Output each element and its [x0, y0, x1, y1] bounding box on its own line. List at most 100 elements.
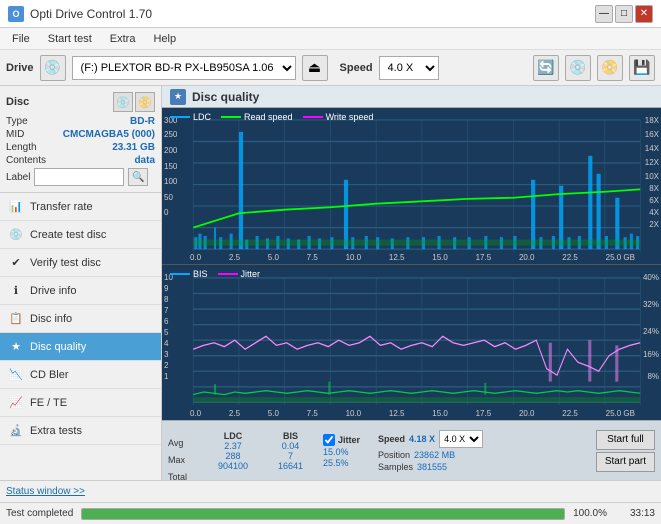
- disc-contents-row: Contents data: [6, 155, 155, 166]
- cd-bler-icon: 📉: [8, 367, 24, 383]
- disc-quality-icon: ★: [8, 339, 24, 355]
- speed-stat-select[interactable]: 4.0 X: [439, 430, 483, 448]
- bx-2.5: 2.5: [229, 409, 240, 418]
- sidebar-item-create-test-disc[interactable]: 💿Create test disc: [0, 221, 161, 249]
- main-area: Disc 💿 📀 Type BD-R MID CMCMAGBA5 (000) L…: [0, 86, 661, 480]
- disc-button2[interactable]: 📀: [597, 55, 623, 81]
- drive-info-icon: ℹ: [8, 283, 24, 299]
- sidebar: Disc 💿 📀 Type BD-R MID CMCMAGBA5 (000) L…: [0, 86, 162, 480]
- close-button[interactable]: ✕: [635, 5, 653, 23]
- top-legend: LDC Read speed Write speed: [170, 112, 373, 122]
- menubar: File Start test Extra Help: [0, 28, 661, 50]
- bis-label: BIS: [193, 269, 208, 279]
- progress-bar: [82, 509, 564, 519]
- disc-type-value: BD-R: [130, 116, 155, 127]
- disc-length-label: Length: [6, 142, 37, 153]
- app-title: Opti Drive Control 1.70: [30, 7, 152, 21]
- x-25: 25.0 GB: [606, 253, 635, 262]
- bis-stats-col: BIS 0.04 7 16641: [268, 431, 313, 471]
- jitter-checkbox[interactable]: [323, 434, 335, 446]
- titlebar: O Opti Drive Control 1.70 — □ ✕: [0, 0, 661, 28]
- x-17.5: 17.5: [476, 253, 492, 262]
- disc-label-input[interactable]: [34, 168, 124, 186]
- bis-total: 16641: [278, 461, 303, 471]
- menu-help[interactable]: Help: [145, 31, 184, 47]
- y2-label-5: 5: [164, 328, 168, 337]
- sidebar-item-drive-info[interactable]: ℹ Drive info: [0, 277, 161, 305]
- sidebar-item-disc-info[interactable]: 📋Disc info: [0, 305, 161, 333]
- disc-icon-btn[interactable]: 💿: [113, 92, 133, 112]
- drive-label: Drive: [6, 62, 34, 74]
- x-20: 20.0: [519, 253, 535, 262]
- eject-button[interactable]: ⏏: [302, 55, 328, 81]
- samples-row: Samples 381555: [378, 462, 483, 472]
- sidebar-item-transfer-rate[interactable]: 📊Transfer rate: [0, 193, 161, 221]
- save-button[interactable]: 💾: [629, 55, 655, 81]
- y-right-4x: 4X: [649, 208, 659, 217]
- titlebar-controls: — □ ✕: [595, 5, 653, 23]
- max-row-label: Max: [168, 452, 198, 468]
- y2-right-8: 8%: [647, 372, 659, 381]
- quality-icon: ★: [170, 89, 186, 105]
- maximize-button[interactable]: □: [615, 5, 633, 23]
- y-right-2x: 2X: [649, 220, 659, 229]
- status-window-button[interactable]: Status window >>: [6, 486, 85, 497]
- bis-max: 7: [288, 451, 293, 461]
- disc-label-icon[interactable]: 🔍: [128, 168, 148, 186]
- bx-5: 5.0: [268, 409, 279, 418]
- ldc-total: 904100: [218, 461, 248, 471]
- menu-extra[interactable]: Extra: [102, 31, 144, 47]
- disc-type-row: Type BD-R: [6, 116, 155, 127]
- content-area: ★ Disc quality LDC Read speed: [162, 86, 661, 480]
- y-label-100: 100: [164, 177, 177, 186]
- jitter-check-row: Jitter: [323, 434, 360, 446]
- sidebar-item-disc-quality[interactable]: ★Disc quality: [0, 333, 161, 361]
- speed-val: 4.18 X: [409, 434, 435, 444]
- y2-label-9: 9: [164, 284, 168, 293]
- jitter-color: [218, 273, 238, 275]
- speed-select[interactable]: 4.0 X: [379, 56, 439, 80]
- y-right-6x: 6X: [649, 196, 659, 205]
- bx-10: 10.0: [346, 409, 362, 418]
- top-chart-svg: [162, 108, 661, 264]
- disc-icon-btn2[interactable]: 📀: [135, 92, 155, 112]
- jitter-speed-col: Jitter 15.0% 25.5%: [323, 434, 360, 468]
- minimize-button[interactable]: —: [595, 5, 613, 23]
- top-chart: LDC Read speed Write speed: [162, 108, 661, 265]
- bx-25gb: 25.0 GB: [606, 409, 635, 418]
- sidebar-item-cd-bler[interactable]: 📉CD Bler: [0, 361, 161, 389]
- x-10: 10.0: [346, 253, 362, 262]
- y2-label-2: 2: [164, 361, 168, 370]
- y2-label-8: 8: [164, 295, 168, 304]
- progress-percent: 100.0%: [573, 508, 607, 519]
- drive-select[interactable]: (F:) PLEXTOR BD-R PX-LB950SA 1.06: [72, 56, 296, 80]
- disc-length-value: 23.31 GB: [112, 142, 155, 153]
- drive-info-label: Drive info: [30, 285, 76, 297]
- menu-start-test[interactable]: Start test: [40, 31, 100, 47]
- drivebar: Drive 💿 (F:) PLEXTOR BD-R PX-LB950SA 1.0…: [0, 50, 661, 86]
- extra-tests-label: Extra tests: [30, 425, 82, 437]
- charts-container: LDC Read speed Write speed: [162, 108, 661, 420]
- sidebar-item-fe-te[interactable]: 📈FE / TE: [0, 389, 161, 417]
- start-full-button[interactable]: Start full: [596, 430, 655, 450]
- statusbar: Test completed 100.0% 33:13: [0, 502, 661, 524]
- refresh-button[interactable]: 🔄: [533, 55, 559, 81]
- y-right-18x: 18X: [645, 116, 659, 125]
- menu-file[interactable]: File: [4, 31, 38, 47]
- sidebar-item-extra-tests[interactable]: 🔬Extra tests: [0, 417, 161, 445]
- create-test-disc-label: Create test disc: [30, 229, 106, 241]
- verify-test-disc-icon: ✔: [8, 255, 24, 271]
- stats-row-labels: Avg Max Total: [168, 416, 198, 485]
- disc-mid-value: CMCMAGBA5 (000): [63, 129, 155, 140]
- bis-avg: 0.04: [282, 441, 300, 451]
- bottom-chart: BIS Jitter: [162, 265, 661, 421]
- disc-button[interactable]: 💿: [565, 55, 591, 81]
- sidebar-item-verify-test-disc[interactable]: ✔Verify test disc: [0, 249, 161, 277]
- y-right-14x: 14X: [645, 144, 659, 153]
- y-label-250: 250: [164, 130, 177, 139]
- ldc-col-header: LDC: [224, 431, 243, 441]
- bx-20: 20.0: [519, 409, 535, 418]
- speed-position-col: Speed 4.18 X 4.0 X Position 23862 MB Sam…: [378, 430, 483, 472]
- drive-icon: 💿: [40, 55, 66, 81]
- start-part-button[interactable]: Start part: [596, 452, 655, 472]
